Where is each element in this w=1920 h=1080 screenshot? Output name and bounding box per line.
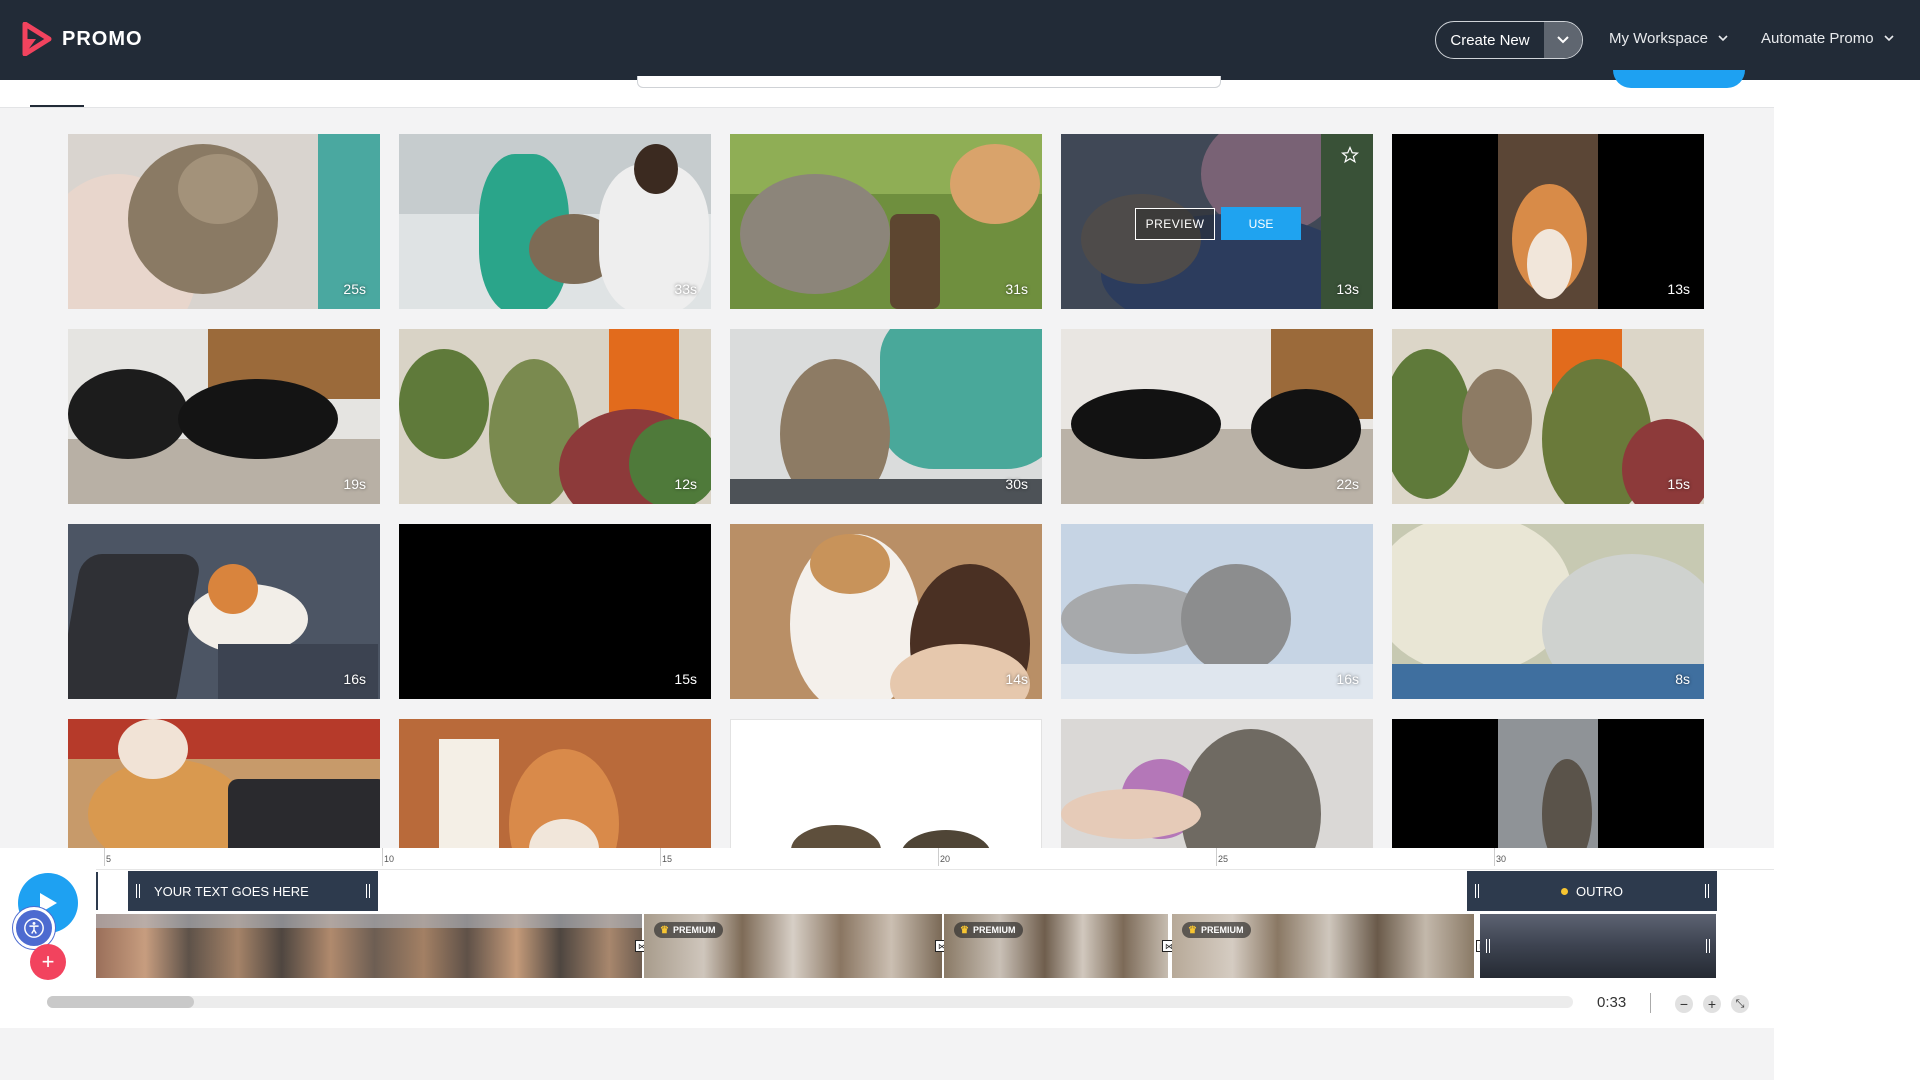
media-tile[interactable]: 33s [399,134,711,309]
nav-my-workspace-label: My Workspace [1609,30,1708,47]
premium-badge: ♛ PREMIUM [1182,922,1252,938]
duration-label: 8s [1675,671,1690,687]
video-clip-track: ⋈ ♛PREMIUM ⋈ ♛PREMIUM ⋈ ♛PREMIUM ⋈ [96,914,1716,978]
ruler-tick: 10 [381,848,395,866]
accessibility-icon [24,918,44,938]
promo-logo[interactable]: PROMO [22,22,143,56]
drag-handle-icon[interactable] [366,884,370,898]
timeline-scrollbar-thumb[interactable] [47,996,194,1008]
media-tile[interactable]: 30s [730,329,1042,504]
duration-label: 31s [1005,281,1028,297]
premium-label: PREMIUM [672,925,716,935]
timeline-panel: 5 10 15 20 25 30 YOUR TEXT GOES HERE OUT… [0,848,1774,1028]
preview-button[interactable]: PREVIEW [1135,208,1215,240]
outro-label: OUTRO [1576,883,1623,899]
ruler-tick: 25 [1215,848,1229,866]
outro-dot-icon [1561,887,1569,895]
drag-handle-icon[interactable] [1706,939,1710,953]
video-clip[interactable] [96,914,642,978]
premium-label: PREMIUM [972,925,1016,935]
ruler-tick: 5 [103,848,112,866]
media-tile[interactable]: 13s [1392,134,1704,309]
timeline-scrollbar[interactable] [47,996,1573,1008]
drag-handle-icon[interactable] [1705,884,1709,898]
media-tile[interactable]: 12s [399,329,711,504]
add-clip-button[interactable]: + [30,944,66,980]
collapse-icon[interactable]: ⤡ [1731,995,1749,1013]
outro-track-clip[interactable]: OUTRO [1467,871,1717,911]
crown-icon: ♛ [660,924,669,936]
duration-label: 13s [1336,281,1359,297]
ruler-tick: 20 [937,848,951,866]
text-track-label: YOUR TEXT GOES HERE [154,883,309,899]
duration-label: 30s [1005,476,1028,492]
accessibility-button[interactable] [13,907,55,949]
duration-label: 15s [674,671,697,687]
search-input[interactable] [637,76,1221,88]
video-clip[interactable]: ♛ PREMIUM [1172,914,1474,978]
nav-my-workspace[interactable]: My Workspace [1609,30,1728,47]
use-button[interactable]: USE [1221,207,1301,240]
chevron-down-icon [1883,35,1894,42]
premium-badge: ♛ PREMIUM [954,922,1024,938]
hover-overlay [1061,134,1373,309]
media-tile[interactable]: 14s [730,524,1042,699]
crown-icon: ♛ [1188,924,1197,936]
premium-badge: ♛ PREMIUM [654,922,724,938]
video-clip[interactable]: ♛ PREMIUM [644,914,942,978]
crown-icon: ♛ [960,924,969,936]
media-tile[interactable]: 25s [68,134,380,309]
ruler-tick: 30 [1493,848,1507,866]
active-tab-indicator [30,105,84,107]
duration-label: 16s [1336,671,1359,687]
footer-area [0,1028,1774,1080]
duration-label: 33s [674,281,697,297]
divider [1650,993,1651,1013]
media-tile[interactable]: 8s [1392,524,1704,699]
drag-handle-icon[interactable] [136,884,140,898]
duration-label: 12s [674,476,697,492]
duration-label: 14s [1005,671,1028,687]
media-tile[interactable]: 16s [68,524,380,699]
media-tile[interactable]: 19s [68,329,380,504]
duration-label: 16s [343,671,366,687]
drag-handle-icon[interactable] [1486,939,1490,953]
nav-automate-promo-label: Automate Promo [1761,30,1874,47]
media-tile[interactable]: 31s [730,134,1042,309]
timeline-ruler[interactable]: 5 10 15 20 25 30 [96,848,1774,870]
duration-label: 22s [1336,476,1359,492]
brand-name: PROMO [62,27,143,50]
media-tile[interactable]: 15s [1392,329,1704,504]
video-clip[interactable]: ♛ PREMIUM [944,914,1168,978]
filter-strip [0,70,1774,108]
text-track-clip[interactable]: YOUR TEXT GOES HERE [128,871,378,911]
primary-action-button[interactable] [1613,70,1745,88]
right-gutter [1774,80,1920,1080]
promo-logo-icon [22,22,52,56]
media-tile-hovered[interactable]: PREVIEW USE 13s [1061,134,1373,309]
premium-label: PREMIUM [1200,925,1244,935]
outro-video-clip[interactable] [1480,914,1716,978]
create-new-label: Create New [1450,31,1530,49]
star-favorite-icon[interactable] [1341,146,1359,164]
media-tile[interactable]: 16s [1061,524,1373,699]
duration-label: 25s [343,281,366,297]
duration-label: 19s [343,476,366,492]
zoom-in-button[interactable]: + [1703,995,1721,1013]
create-new-button[interactable]: Create New [1435,21,1583,59]
ruler-tick: 15 [659,848,673,866]
duration-label: 13s [1667,281,1690,297]
total-duration: 0:33 [1597,994,1627,1011]
duration-label: 15s [1667,476,1690,492]
media-tile[interactable]: 22s [1061,329,1373,504]
playhead[interactable] [96,872,98,910]
zoom-out-button[interactable]: − [1675,995,1693,1013]
chevron-down-icon[interactable] [1544,22,1582,58]
chevron-down-icon [1718,35,1728,42]
media-tile[interactable]: 15s [399,524,711,699]
nav-automate-promo[interactable]: Automate Promo [1761,30,1894,47]
drag-handle-icon[interactable] [1475,884,1479,898]
top-navigation-bar: PROMO Create New My Workspace Automate P… [0,0,1920,80]
